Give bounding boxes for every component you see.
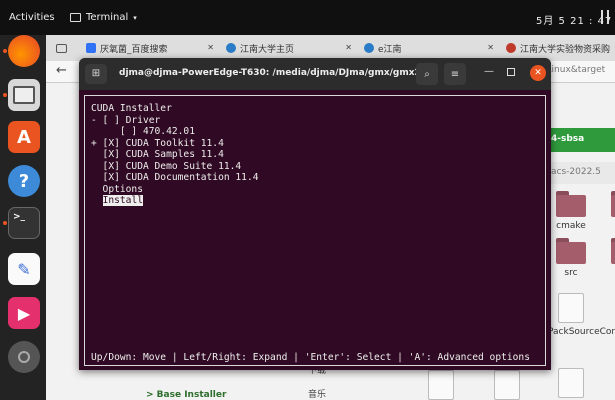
close-icon[interactable]: ✕ xyxy=(207,43,214,52)
app-name: Terminal xyxy=(86,12,129,23)
folder-label: cmake xyxy=(556,221,586,231)
file-manager-tab[interactable]: acs-2022.5 xyxy=(545,162,615,184)
chevron-down-icon: ▾ xyxy=(133,13,137,22)
tab-label: 厌氧菌_百度搜索 xyxy=(100,44,168,55)
option-driver[interactable]: - [ ] Driver xyxy=(91,115,160,126)
running-indicator xyxy=(3,49,7,53)
sidebar-item-music[interactable]: 音乐 xyxy=(308,387,326,400)
install-indent xyxy=(91,195,103,206)
file-icon[interactable] xyxy=(428,370,454,400)
tab-label: e江南 xyxy=(378,44,402,55)
text-editor-icon[interactable]: ✎ xyxy=(8,253,40,285)
maximize-icon[interactable] xyxy=(507,68,515,76)
base-installer-link[interactable]: > Base Installer xyxy=(146,390,296,400)
folder-label: src xyxy=(564,268,578,278)
app-menu[interactable]: Terminal ▾ xyxy=(70,12,137,23)
close-icon[interactable]: ✕ xyxy=(345,43,352,52)
install-row: Install xyxy=(91,195,143,206)
new-tab-icon[interactable]: ⊞ xyxy=(85,64,107,84)
folder-icon[interactable] xyxy=(556,191,586,217)
minimize-icon[interactable]: — xyxy=(484,66,494,77)
option-cuda-documentation[interactable]: [X] CUDA Documentation 11.4 xyxy=(91,172,259,183)
window-title: djma@djma-PowerEdge-T630: /media/djma/DJ… xyxy=(119,68,432,78)
tabs-icon xyxy=(56,43,67,53)
terminal-icon[interactable]: >_ xyxy=(8,207,40,239)
tab-label: 江南大学主页 xyxy=(240,44,295,55)
option-cuda-demo-suite[interactable]: [X] CUDA Demo Suite 11.4 xyxy=(91,161,242,172)
tab-overview-button[interactable] xyxy=(46,35,86,61)
disk-icon[interactable] xyxy=(8,341,40,373)
option-cuda-samples[interactable]: [X] CUDA Samples 11.4 xyxy=(91,149,224,160)
key-help-footer: Up/Down: Move | Left/Right: Expand | 'En… xyxy=(91,352,530,363)
software-icon[interactable]: A xyxy=(8,121,40,153)
globe-icon xyxy=(364,43,374,53)
option-cuda-toolkit[interactable]: + [X] CUDA Toolkit 11.4 xyxy=(91,138,224,149)
terminal-titlebar[interactable]: ⊞ djma@djma-PowerEdge-T630: /media/djma/… xyxy=(79,58,551,90)
file-icon[interactable] xyxy=(558,293,584,323)
file-icon[interactable] xyxy=(494,370,520,400)
site-icon xyxy=(506,43,516,53)
cuda-installer-dialog: CUDA Installer - [ ] Driver [ ] 470.42.0… xyxy=(84,95,546,366)
desktop: Activities Terminal ▾ 5月 5 21 : 47 A ? >… xyxy=(0,0,615,400)
kdenlive-icon[interactable]: ▶ xyxy=(8,297,40,329)
folder-icon[interactable] xyxy=(611,191,615,217)
folder-icon[interactable] xyxy=(556,238,586,264)
folder-icon[interactable] xyxy=(611,238,615,264)
baidu-icon xyxy=(86,43,96,53)
firefox-icon[interactable] xyxy=(8,35,40,67)
search-icon[interactable]: ⌕ xyxy=(416,63,438,85)
running-indicator xyxy=(3,93,7,97)
activities-button[interactable]: Activities xyxy=(9,12,55,23)
option-driver-version[interactable]: [ ] 470.42.01 xyxy=(91,126,195,137)
system-menu-icon[interactable] xyxy=(601,10,609,24)
globe-icon xyxy=(226,43,236,53)
help-icon[interactable]: ? xyxy=(8,165,40,197)
download-option-button[interactable]: 4-sbsa xyxy=(547,128,615,152)
close-icon[interactable]: ✕ xyxy=(487,43,494,52)
dock: A ? >_ ✎ ▶ xyxy=(0,35,46,400)
terminal-icon xyxy=(70,13,81,22)
tab-label: 江南大学实验物资采购 xyxy=(520,44,611,55)
back-arrow-icon[interactable]: ← xyxy=(56,63,67,78)
terminal-window[interactable]: ⊞ djma@djma-PowerEdge-T630: /media/djma/… xyxy=(79,58,551,370)
close-icon[interactable]: ✕ xyxy=(530,65,546,81)
running-indicator xyxy=(3,221,7,225)
file-label: PackSourceConfig.cmake xyxy=(548,327,615,337)
file-icon[interactable] xyxy=(558,368,584,398)
files-icon[interactable] xyxy=(8,79,40,111)
top-bar: Activities Terminal ▾ 5月 5 21 : 47 xyxy=(0,0,615,35)
installer-header: CUDA Installer xyxy=(91,103,172,114)
hamburger-menu-icon[interactable]: ≡ xyxy=(444,63,466,85)
options-menu-item[interactable]: Options xyxy=(91,184,143,195)
install-button[interactable]: Install xyxy=(102,195,143,206)
